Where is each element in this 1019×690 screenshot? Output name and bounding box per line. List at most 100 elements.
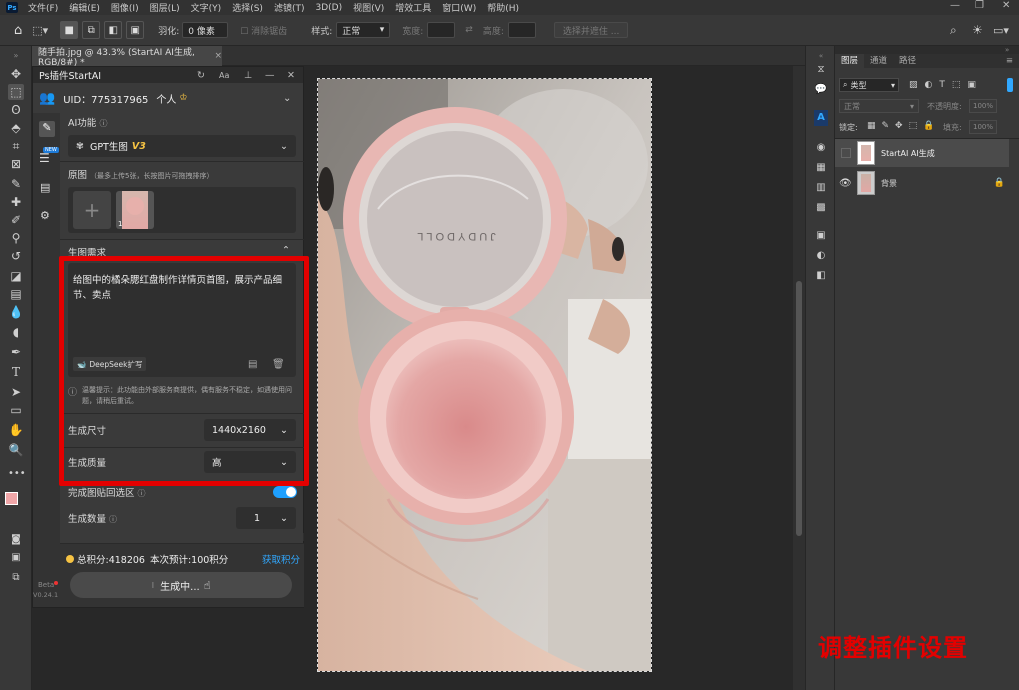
select-mask-button[interactable]: 选择并遮住 ...	[553, 22, 629, 38]
opacity-input[interactable]: 100%	[969, 99, 997, 113]
edit-nav-icon[interactable]: ✎	[39, 121, 55, 137]
add-image-button[interactable]: +	[73, 191, 111, 229]
layer-filter-icons[interactable]: ▨◐T⬚▣	[909, 80, 983, 90]
menu-select[interactable]: 选择(S)	[232, 1, 263, 14]
expand-user-icon[interactable]: ⌄	[283, 93, 291, 104]
history-panel-icon[interactable]: ⧖	[814, 64, 828, 76]
libraries-panel-icon[interactable]: ▣	[814, 230, 828, 242]
document-canvas-image[interactable]: JUDYDOLL	[317, 78, 652, 672]
blur-tool-icon[interactable]: 💧	[8, 304, 24, 320]
startai-panel-icon[interactable]: A	[814, 110, 828, 126]
swatches-panel-icon[interactable]: ▦	[814, 162, 828, 174]
patterns-panel-icon[interactable]: ▩	[814, 202, 828, 214]
visibility-toggle[interactable]	[841, 148, 851, 158]
gradient-tool-icon[interactable]: ▤	[8, 286, 24, 302]
home-icon[interactable]: ⌂	[14, 23, 22, 38]
lightbulb-icon[interactable]: ☀	[972, 23, 983, 37]
pen-tool-icon[interactable]: ✒	[8, 344, 24, 360]
hand-tool-icon[interactable]: ✋	[8, 422, 24, 438]
layer-row[interactable]: 👁 背景 🔒	[835, 169, 1009, 197]
style-select[interactable]: 正常 ▾	[336, 22, 391, 38]
collapse-layers-icon[interactable]: »	[1005, 46, 1009, 54]
swap-icon[interactable]: ⇄	[465, 25, 473, 35]
menu-help[interactable]: 帮助(H)	[487, 1, 519, 14]
fill-input[interactable]: 100%	[969, 120, 997, 134]
menu-image[interactable]: 图像(I)	[111, 1, 139, 14]
generate-button[interactable]: ⁝ 生成中... ☝	[70, 572, 292, 598]
foreground-color-swatch[interactable]	[5, 492, 18, 505]
healing-brush-tool-icon[interactable]: ✚	[8, 194, 24, 210]
font-size-icon[interactable]: Aa	[219, 71, 229, 80]
close-window-icon[interactable]: ✕	[1002, 0, 1010, 11]
menu-layer[interactable]: 图层(L)	[150, 1, 180, 14]
properties-panel-icon[interactable]: ◧	[814, 270, 828, 282]
tab-channels[interactable]: 通道	[864, 54, 893, 68]
workspace-icon[interactable]: ▭▾	[993, 24, 1009, 37]
layers-nav-icon[interactable]: ☰	[39, 151, 50, 165]
gradients-panel-icon[interactable]: ▥	[814, 182, 828, 194]
document-nav-icon[interactable]: ▤	[40, 181, 50, 194]
crop-tool-icon[interactable]: ⌗	[8, 138, 24, 154]
height-input[interactable]	[507, 22, 536, 38]
info-icon[interactable]: ⓘ	[138, 489, 146, 498]
layer-filter-select[interactable]: ⌕ 类型 ▾	[839, 78, 899, 92]
collapse-toolbar-icon[interactable]: »	[8, 48, 24, 64]
count-select[interactable]: 1 ⌄	[236, 507, 296, 529]
ai-function-select[interactable]: ✾ GPT生图 V3 ⌄	[68, 135, 296, 157]
quick-mask-icon[interactable]: ◙	[8, 532, 24, 548]
color-panel-icon[interactable]: ◉	[814, 142, 828, 154]
type-tool-icon[interactable]: T	[8, 364, 24, 380]
layer-row[interactable]: StartAI AI生成	[835, 139, 1009, 167]
get-points-link[interactable]: 获取积分	[262, 552, 300, 566]
eye-icon[interactable]: 👁	[839, 178, 853, 189]
menu-view[interactable]: 视图(V)	[353, 1, 384, 14]
close-panel-icon[interactable]: ✕	[287, 70, 295, 81]
restore-icon[interactable]: ❐	[975, 0, 984, 11]
move-tool-icon[interactable]: ✥	[8, 66, 24, 82]
brush-tool-icon[interactable]: ✐	[8, 212, 24, 228]
info-icon[interactable]: ⓘ	[109, 515, 117, 524]
panel-menu-icon[interactable]: ≡	[1006, 54, 1019, 68]
settings-nav-icon[interactable]: ⚙	[40, 209, 50, 222]
subtract-selection-icon[interactable]: ◧	[104, 21, 123, 39]
quick-select-tool-icon[interactable]: ⬘	[8, 120, 24, 136]
menu-edit[interactable]: 编辑(E)	[69, 1, 100, 14]
refresh-icon[interactable]: ↻	[197, 70, 205, 81]
artboard-icon[interactable]: ⧉	[8, 570, 24, 586]
new-selection-icon[interactable]: ■	[60, 21, 79, 39]
document-tab[interactable]: 随手拍.jpg @ 43.3% (StartAI AI生成, RGB/8#) *…	[32, 46, 222, 68]
adjustments-panel-icon[interactable]: ◐	[814, 250, 828, 262]
paste-back-toggle[interactable]	[273, 486, 297, 498]
source-thumbnail[interactable]: 1	[116, 191, 154, 229]
menu-window[interactable]: 窗口(W)	[442, 1, 476, 14]
clone-stamp-tool-icon[interactable]: ⚲	[8, 230, 24, 246]
pin-icon[interactable]: ⊥	[244, 70, 252, 81]
close-tab-icon[interactable]: ×	[214, 51, 222, 61]
info-icon[interactable]: ⓘ	[100, 119, 108, 128]
lasso-tool-icon[interactable]: ʘ	[8, 102, 24, 118]
eyedropper-tool-icon[interactable]: ✎	[8, 176, 24, 192]
marquee-tool-icon[interactable]: ⬚	[8, 84, 24, 100]
antialias-checkbox[interactable]: ☐ 消除锯齿	[240, 24, 287, 37]
menu-3d[interactable]: 3D(D)	[315, 3, 342, 13]
collapse-panels-icon[interactable]: «	[814, 50, 828, 62]
zoom-tool-icon[interactable]: 🔍	[8, 442, 24, 458]
tab-layers[interactable]: 图层	[835, 54, 865, 68]
more-tools-icon[interactable]: •••	[8, 466, 26, 482]
menu-filter[interactable]: 滤镜(T)	[274, 1, 305, 14]
menu-plugins[interactable]: 增效工具	[395, 1, 431, 14]
canvas-scrollbar[interactable]	[793, 66, 805, 690]
history-brush-tool-icon[interactable]: ↺	[8, 248, 24, 264]
filter-toggle[interactable]	[1007, 78, 1013, 92]
minimize-panel-icon[interactable]: —	[265, 70, 275, 81]
dodge-tool-icon[interactable]: ◖	[8, 324, 24, 340]
comments-panel-icon[interactable]: 💬	[814, 84, 828, 96]
path-selection-tool-icon[interactable]: ➤	[8, 384, 24, 400]
marquee-tool-preset-icon[interactable]: ⬚▾	[32, 24, 48, 37]
frame-tool-icon[interactable]: ⊠	[8, 156, 24, 172]
menu-file[interactable]: 文件(F)	[28, 1, 58, 14]
tab-paths[interactable]: 路径	[893, 54, 922, 68]
add-selection-icon[interactable]: ⧉	[82, 21, 101, 39]
blend-mode-select[interactable]: 正常 ▾	[839, 99, 919, 113]
rectangle-tool-icon[interactable]: ▭	[8, 402, 24, 418]
